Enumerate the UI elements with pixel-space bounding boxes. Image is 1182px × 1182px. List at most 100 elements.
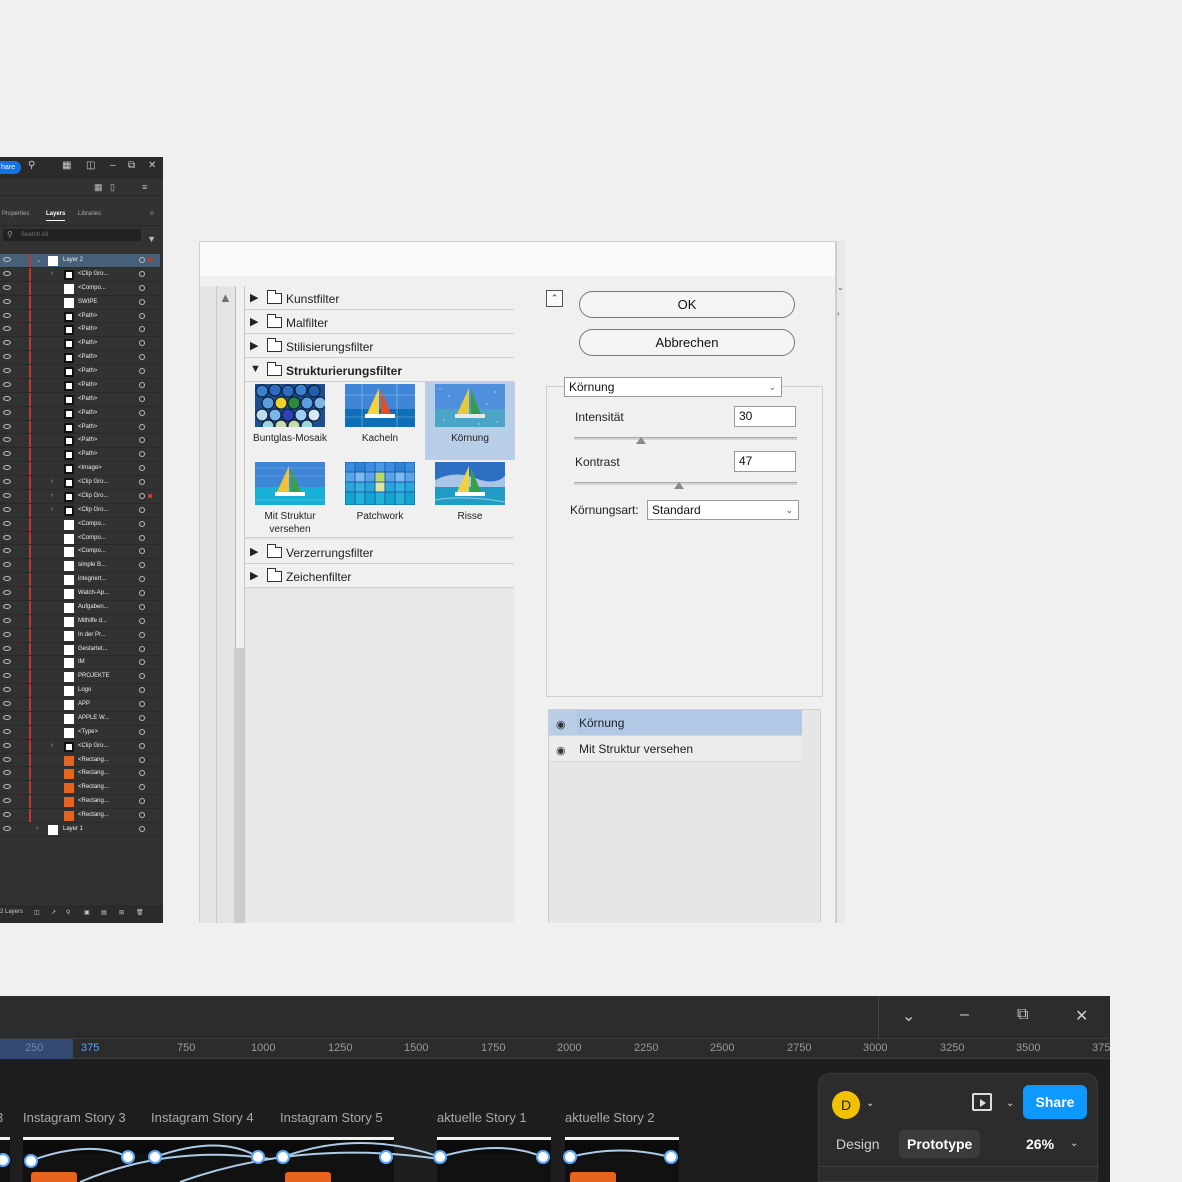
minimize-icon[interactable]: – (960, 1006, 969, 1024)
chevron-down-icon[interactable]: ⌄ (1006, 1098, 1014, 1109)
eye-icon[interactable] (3, 423, 11, 429)
close-icon[interactable]: ✕ (148, 160, 156, 171)
eye-icon[interactable]: ◉ (556, 718, 566, 731)
filter-select[interactable]: Körnung ⌄ (564, 377, 782, 397)
share-button[interactable]: Share (1023, 1085, 1087, 1119)
layer-row[interactable]: <Rectang... (0, 767, 160, 782)
target-icon[interactable] (139, 520, 145, 527)
layer-row[interactable]: <Type> (0, 725, 160, 740)
eye-icon[interactable] (3, 562, 11, 568)
layer-row[interactable]: › <Clip Gro... (0, 267, 160, 282)
layer-row[interactable]: Gestartet... (0, 642, 160, 657)
target-icon[interactable] (139, 770, 145, 777)
layer-row[interactable]: <Compo... (0, 281, 160, 296)
target-icon[interactable] (139, 465, 145, 472)
chevron-down-icon[interactable]: ⌄ (866, 1098, 874, 1109)
grid-icon[interactable]: ▦ (94, 182, 103, 193)
avatar[interactable]: D (832, 1091, 860, 1119)
eye-icon[interactable] (3, 687, 11, 693)
eye-icon[interactable] (3, 326, 11, 332)
layer-row[interactable]: › Layer 1 (0, 823, 160, 837)
eye-icon[interactable] (3, 340, 11, 346)
layer-row[interactable]: Mithilfe d... (0, 614, 160, 629)
eye-icon[interactable] (3, 714, 11, 720)
target-icon[interactable] (139, 562, 145, 569)
layer-row[interactable]: <Path> (0, 378, 160, 393)
eye-icon[interactable] (3, 368, 11, 373)
layer-row[interactable]: <Rectang... (0, 795, 160, 809)
layer-row[interactable]: Aufgaben... (0, 600, 160, 615)
target-icon[interactable] (139, 409, 145, 416)
target-icon[interactable] (139, 687, 145, 694)
eye-icon[interactable] (3, 812, 11, 817)
layer-row[interactable]: <Compo... (0, 517, 160, 532)
layer-row[interactable]: <Rectang... (0, 809, 160, 823)
target-icon[interactable] (139, 631, 145, 638)
target-icon[interactable] (139, 548, 145, 555)
expand-icon[interactable]: › (51, 742, 53, 749)
target-icon[interactable] (139, 423, 145, 430)
expand-icon[interactable]: › (36, 825, 38, 832)
contrast-slider-handle[interactable] (673, 482, 684, 489)
layer-row[interactable]: <Rectang... (0, 781, 160, 796)
scroll-up-icon[interactable]: ▲ (219, 290, 232, 305)
eye-icon[interactable]: ◉ (556, 744, 566, 757)
thumb-risse[interactable]: Risse (425, 460, 515, 538)
expand-icon[interactable]: › (51, 478, 53, 485)
layer-row[interactable]: <Path> (0, 406, 160, 421)
target-icon[interactable] (139, 479, 145, 485)
cancel-button[interactable]: Abbrechen (579, 329, 795, 356)
tab-design[interactable]: Design (828, 1130, 888, 1158)
eye-icon[interactable] (3, 728, 11, 734)
layer-row[interactable]: SWIPE (0, 295, 160, 310)
target-icon[interactable] (139, 437, 145, 444)
eye-icon[interactable] (3, 548, 11, 554)
category-verzerrungsfilter[interactable]: ▶ Verzerrungsfilter (245, 540, 514, 564)
thumb-patchwork[interactable]: Patchwork (335, 460, 425, 538)
target-icon[interactable] (139, 645, 145, 652)
eye-icon[interactable] (3, 617, 11, 623)
eye-icon[interactable] (3, 395, 11, 401)
layer-row[interactable]: IM (0, 656, 160, 671)
target-icon[interactable] (139, 701, 145, 707)
thumb-mit-struktur-versehen[interactable]: Mit Struktur versehen (245, 460, 335, 538)
target-icon[interactable] (139, 270, 145, 277)
intensity-slider-handle[interactable] (635, 437, 646, 444)
new-sublayer-icon[interactable]: ▤ (101, 909, 107, 916)
layer-row[interactable]: <Path> (0, 434, 160, 449)
restore-icon[interactable]: ⧉ (128, 160, 135, 171)
layer-row[interactable]: <Rectang... (0, 753, 160, 768)
eye-icon[interactable] (3, 631, 11, 637)
effect-layer-mit-struktur[interactable]: ◉ Mit Struktur versehen (549, 736, 802, 762)
target-icon[interactable] (139, 812, 145, 818)
layer-row[interactable]: Watch-Ap... (0, 587, 160, 601)
search-icon[interactable]: ⚲ (28, 160, 35, 171)
export-icon[interactable]: ↗ (51, 909, 56, 916)
layer-row[interactable]: ⌄ Layer 2 (0, 254, 160, 268)
thumb-kacheln[interactable]: Kacheln (335, 382, 425, 460)
layer-row[interactable]: › <Clip Gro... (0, 503, 160, 518)
thumb-koernung[interactable]: Körnung (425, 382, 515, 460)
chevron-down-icon[interactable]: ⌄ (902, 1006, 915, 1026)
eye-icon[interactable] (3, 603, 11, 609)
grain-type-select[interactable]: Standard ⌄ (647, 500, 799, 520)
expand-icon[interactable]: › (51, 270, 53, 277)
layer-row[interactable]: APPLE W... (0, 711, 160, 726)
layer-row[interactable]: simple B... (0, 559, 160, 574)
eye-icon[interactable] (3, 701, 11, 706)
minimize-icon[interactable]: – (110, 160, 116, 171)
target-icon[interactable] (139, 825, 145, 832)
layer-row[interactable]: <Compo... (0, 531, 160, 546)
restore-icon[interactable]: ⧉ (1017, 1006, 1028, 1024)
trash-icon[interactable]: 🗑 (136, 909, 144, 916)
target-icon[interactable] (139, 312, 145, 319)
intensity-input[interactable]: 30 (734, 406, 796, 427)
layer-row[interactable]: › <Clip Gro... (0, 739, 160, 754)
eye-icon[interactable] (3, 465, 11, 471)
target-icon[interactable] (139, 590, 145, 596)
eye-icon[interactable] (3, 798, 11, 804)
eye-icon[interactable] (3, 659, 11, 665)
zoom-level[interactable]: 26% (1026, 1136, 1054, 1152)
eye-icon[interactable] (3, 673, 11, 679)
category-kunstfilter[interactable]: ▶ Kunstfilter (245, 286, 514, 310)
